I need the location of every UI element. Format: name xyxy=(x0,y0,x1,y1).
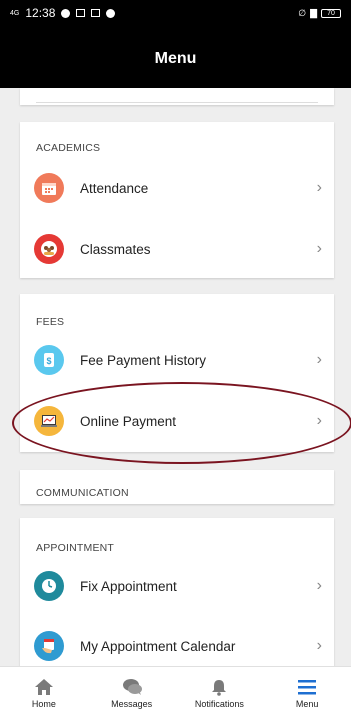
chat-icon xyxy=(122,679,142,695)
menu-item-label: My Appointment Calendar xyxy=(80,638,236,654)
bell-icon xyxy=(212,680,227,696)
divider xyxy=(36,102,318,103)
menu-item-attendance[interactable]: Attendance › xyxy=(20,164,334,212)
signal-icon: ▇ xyxy=(310,7,317,18)
communication-card[interactable]: COMMUNICATION xyxy=(20,470,334,504)
nav-label: Messages xyxy=(111,699,153,709)
section-title-appointment: APPOINTMENT xyxy=(36,542,115,554)
notification-icon xyxy=(61,8,71,18)
settings-status-icon xyxy=(106,8,116,18)
chevron-right-icon: › xyxy=(316,412,322,429)
nav-notifications[interactable]: Notifications xyxy=(179,667,259,720)
chevron-right-icon: › xyxy=(316,240,322,257)
menu-item-label: Online Payment xyxy=(80,413,177,429)
svg-text:$: $ xyxy=(46,356,51,366)
home-icon xyxy=(34,679,53,695)
chevron-right-icon: › xyxy=(316,577,322,594)
menu-item-fix-appointment[interactable]: Fix Appointment › xyxy=(20,562,334,610)
nav-messages[interactable]: Messages xyxy=(92,667,172,720)
menu-item-classmates[interactable]: Classmates › xyxy=(20,225,334,273)
menu-item-fee-payment-history[interactable]: $ Fee Payment History › xyxy=(20,336,334,384)
chevron-right-icon: › xyxy=(316,179,322,196)
nav-menu[interactable]: Menu xyxy=(267,667,347,720)
nav-label: Notifications xyxy=(194,699,244,709)
battery-icon: 70 xyxy=(321,8,341,18)
hamburger-icon xyxy=(298,680,317,695)
bottom-navigation: Home Messages Notifications Menu xyxy=(0,666,351,720)
mute-icon: ∅ xyxy=(298,7,307,18)
hand-calendar-icon xyxy=(34,631,64,661)
nav-label: Home xyxy=(31,699,56,709)
partial-card xyxy=(20,88,334,105)
status-time: 12:38 xyxy=(25,6,56,20)
network-indicator: 4G xyxy=(10,9,20,17)
fees-card: FEES $ Fee Payment History › Online Paym… xyxy=(20,294,334,452)
calendar-icon xyxy=(34,173,64,203)
chevron-right-icon: › xyxy=(316,351,322,368)
clock-icon xyxy=(34,571,64,601)
laptop-chart-icon xyxy=(34,406,64,436)
menu-item-my-appointment-calendar[interactable]: My Appointment Calendar › xyxy=(20,622,334,670)
section-title-fees: FEES xyxy=(36,316,65,328)
academics-card: ACADEMICS Attendance › Classmates › xyxy=(20,122,334,278)
section-title-communication: COMMUNICATION xyxy=(36,487,129,499)
appointment-card: APPOINTMENT Fix Appointment › My Appoint… xyxy=(20,518,334,668)
menu-item-label: Classmates xyxy=(80,241,151,257)
gallery-icon xyxy=(91,9,101,17)
nav-home[interactable]: Home xyxy=(4,667,84,720)
menu-item-online-payment[interactable]: Online Payment › xyxy=(20,397,334,445)
status-bar: 4G 12:38 ∅ ▇ 70 xyxy=(0,0,351,26)
section-title-academics: ACADEMICS xyxy=(36,142,101,154)
app-header: Menu xyxy=(0,26,351,88)
nav-label: Menu xyxy=(295,699,319,709)
menu-item-label: Fee Payment History xyxy=(80,352,207,368)
page-title: Menu xyxy=(154,50,197,67)
mail-icon xyxy=(76,9,86,17)
menu-item-label: Attendance xyxy=(80,180,149,196)
people-icon xyxy=(34,234,64,264)
dollar-document-icon: $ xyxy=(34,345,64,375)
chevron-right-icon: › xyxy=(316,637,322,654)
menu-item-label: Fix Appointment xyxy=(80,578,177,594)
